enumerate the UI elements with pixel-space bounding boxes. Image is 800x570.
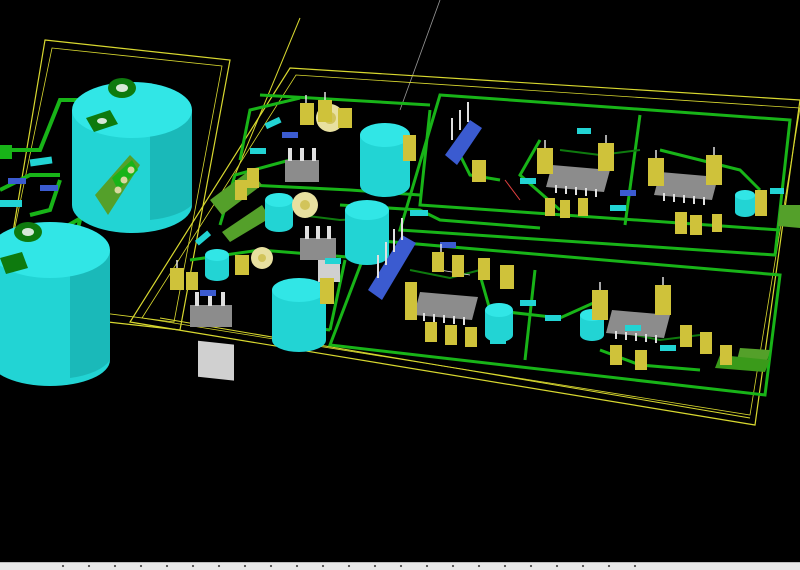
main-board[interactable]: [129, 17, 800, 426]
net-line: [504, 179, 521, 201]
ruler-ticks: [50, 564, 650, 568]
left-board[interactable]: [0, 39, 231, 386]
electrolytic-capacitor-icon[interactable]: [265, 193, 293, 232]
electrolytic-capacitor-icon[interactable]: [72, 78, 192, 233]
pcb-3d-viewport[interactable]: [0, 0, 800, 569]
electrolytic-capacitor-icon[interactable]: [360, 123, 410, 197]
electrolytic-capacitor-icon[interactable]: [0, 222, 110, 386]
electrolytic-capacitor-icon[interactable]: [345, 200, 389, 265]
trimmer-pot-icon[interactable]: [251, 247, 273, 269]
electrolytic-capacitor-icon[interactable]: [485, 303, 513, 342]
electrolytic-capacitor-icon[interactable]: [735, 190, 755, 217]
electrolytic-capacitor-icon[interactable]: [272, 278, 326, 352]
trimmer-pot-icon[interactable]: [292, 192, 318, 218]
pin-header-icon[interactable]: [445, 102, 482, 165]
voltage-regulator-icon[interactable]: [300, 226, 340, 282]
axis-line: [399, 0, 441, 111]
ic-chip-icon[interactable]: [414, 292, 478, 325]
electrolytic-capacitor-icon[interactable]: [205, 249, 229, 281]
pcb-3d-scene[interactable]: [0, 0, 800, 562]
voltage-regulator-icon[interactable]: [285, 148, 319, 182]
voltage-regulator-icon[interactable]: [190, 292, 234, 381]
